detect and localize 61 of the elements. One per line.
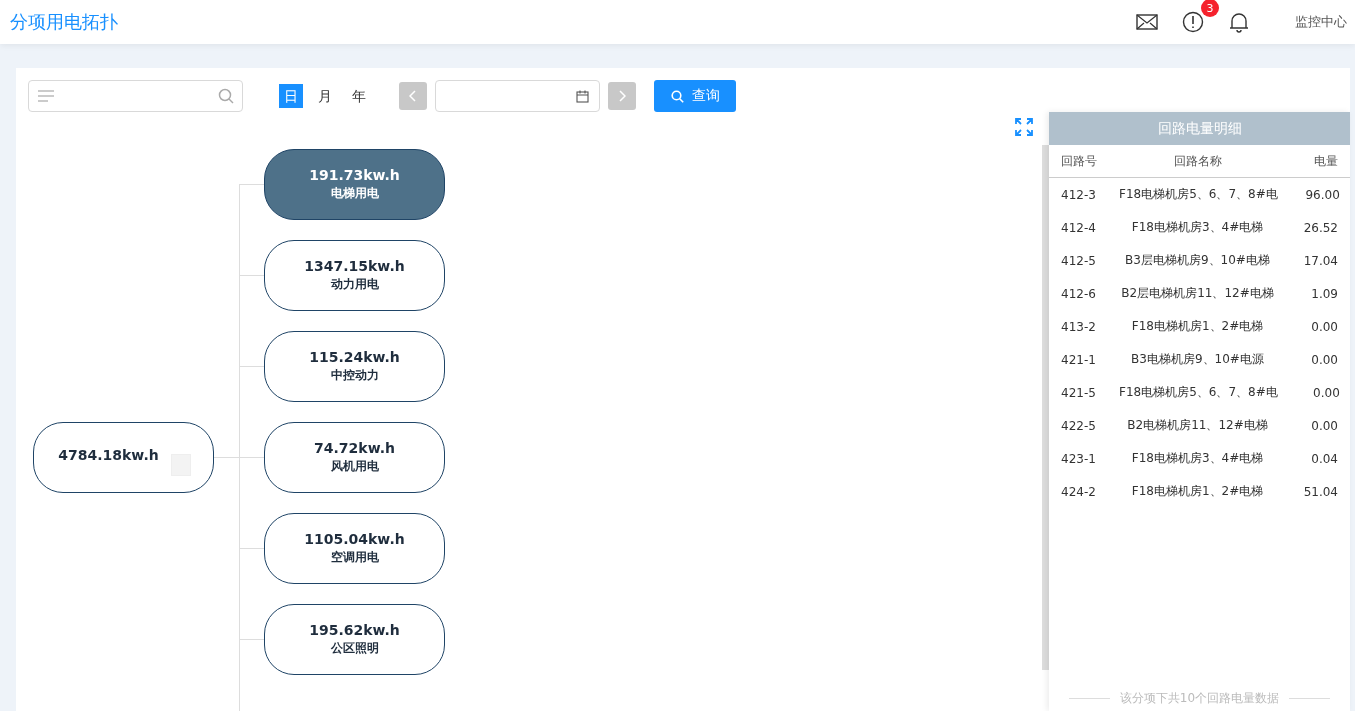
next-button[interactable] (608, 82, 636, 110)
alert-icon[interactable] (1181, 10, 1205, 34)
table-cell-text: F18电梯机房3、4#电梯 (1130, 450, 1265, 467)
filter-icon (37, 89, 55, 103)
user-link[interactable]: 监控中心 (1295, 13, 1347, 31)
table-cell-text: 51.04 (1302, 484, 1339, 499)
table-cell-text: 0.00 (1310, 352, 1339, 367)
table-cell-text: F18电梯机房5、6、7、8#电 (1118, 186, 1279, 203)
search-icon (670, 89, 684, 103)
column-header: 电量 (1313, 152, 1339, 170)
table-cell-text: B3层电梯机房9、10#电梯 (1124, 252, 1271, 269)
calendar-icon (576, 89, 589, 103)
tree-node[interactable]: 115.24kw.h 中控动力 (264, 331, 445, 402)
table-cell-text: 412-3 (1060, 187, 1097, 202)
column-header: 回路号 (1060, 152, 1098, 170)
table-cell-text: 0.00 (1310, 418, 1339, 433)
table-cell-text: 1.09 (1310, 286, 1339, 301)
table-cell-text: 422-5 (1060, 418, 1097, 433)
search-icon (218, 88, 234, 104)
table-cell-text: 421-5 (1060, 385, 1097, 400)
table-cell-text: F18电梯机房1、2#电梯 (1130, 483, 1265, 500)
date-field[interactable] (435, 80, 600, 112)
table-cell-text: 0.00 (1312, 385, 1341, 400)
notification-badge: 3 (1201, 0, 1219, 17)
panel-title: 回路电量明细 (1049, 112, 1350, 145)
fullscreen-icon[interactable] (1014, 117, 1034, 137)
table-cell-text: 413-2 (1060, 319, 1097, 334)
chevron-left-icon (409, 90, 417, 102)
search-field[interactable] (28, 80, 243, 112)
tree-node[interactable]: 1105.04kw.h 空调用电 (264, 513, 445, 584)
table-cell-text: B3电梯机房9、10#电源 (1130, 351, 1265, 368)
tree-node[interactable]: 195.62kw.h 公区照明 (264, 604, 445, 675)
table-cell-text: 0.00 (1310, 319, 1339, 334)
table-cell-text: 412-5 (1060, 253, 1097, 268)
table-cell-text: F18电梯机房1、2#电梯 (1130, 318, 1265, 335)
tree-node[interactable]: 191.73kw.h 电梯用电 (264, 149, 445, 220)
scrollbar[interactable] (1042, 145, 1049, 670)
table-cell-text: F18电梯机房3、4#电梯 (1130, 219, 1265, 236)
table-cell-text: B2电梯机房11、12#电梯 (1126, 417, 1269, 434)
table-cell-text: 424-2 (1060, 484, 1097, 499)
table-cell-text: 412-4 (1060, 220, 1097, 235)
table-cell-text: 421-1 (1060, 352, 1097, 367)
tree-node[interactable]: 1347.15kw.h 动力用电 (264, 240, 445, 311)
previous-button[interactable] (399, 82, 427, 110)
table-cell-text: 17.04 (1302, 253, 1339, 268)
period-tab[interactable]: 月 (313, 84, 337, 108)
table-cell-text: 412-6 (1060, 286, 1097, 301)
page-title: 分项用电拓扑 (10, 10, 119, 34)
tree-node[interactable]: 4784.18kw.h (33, 422, 214, 493)
table-cell-text: 26.52 (1302, 220, 1339, 235)
bell-icon[interactable] (1227, 10, 1251, 34)
tree-node[interactable]: 74.72kw.h 风机用电 (264, 422, 445, 493)
footer-note: 该分项下共10个回路电量数据 (1119, 690, 1280, 707)
table-cell-text: 423-1 (1060, 451, 1097, 466)
table-cell-text: 96.00 (1304, 187, 1341, 202)
chevron-right-icon (618, 90, 626, 102)
table-cell-text: F18电梯机房5、6、7、8#电 (1118, 384, 1279, 401)
table-cell-text: 0.04 (1310, 451, 1339, 466)
period-tab[interactable]: 年 (347, 84, 371, 108)
column-header: 回路名称 (1172, 152, 1223, 170)
table-cell-text: B2层电梯机房11、12#电梯 (1120, 285, 1275, 302)
